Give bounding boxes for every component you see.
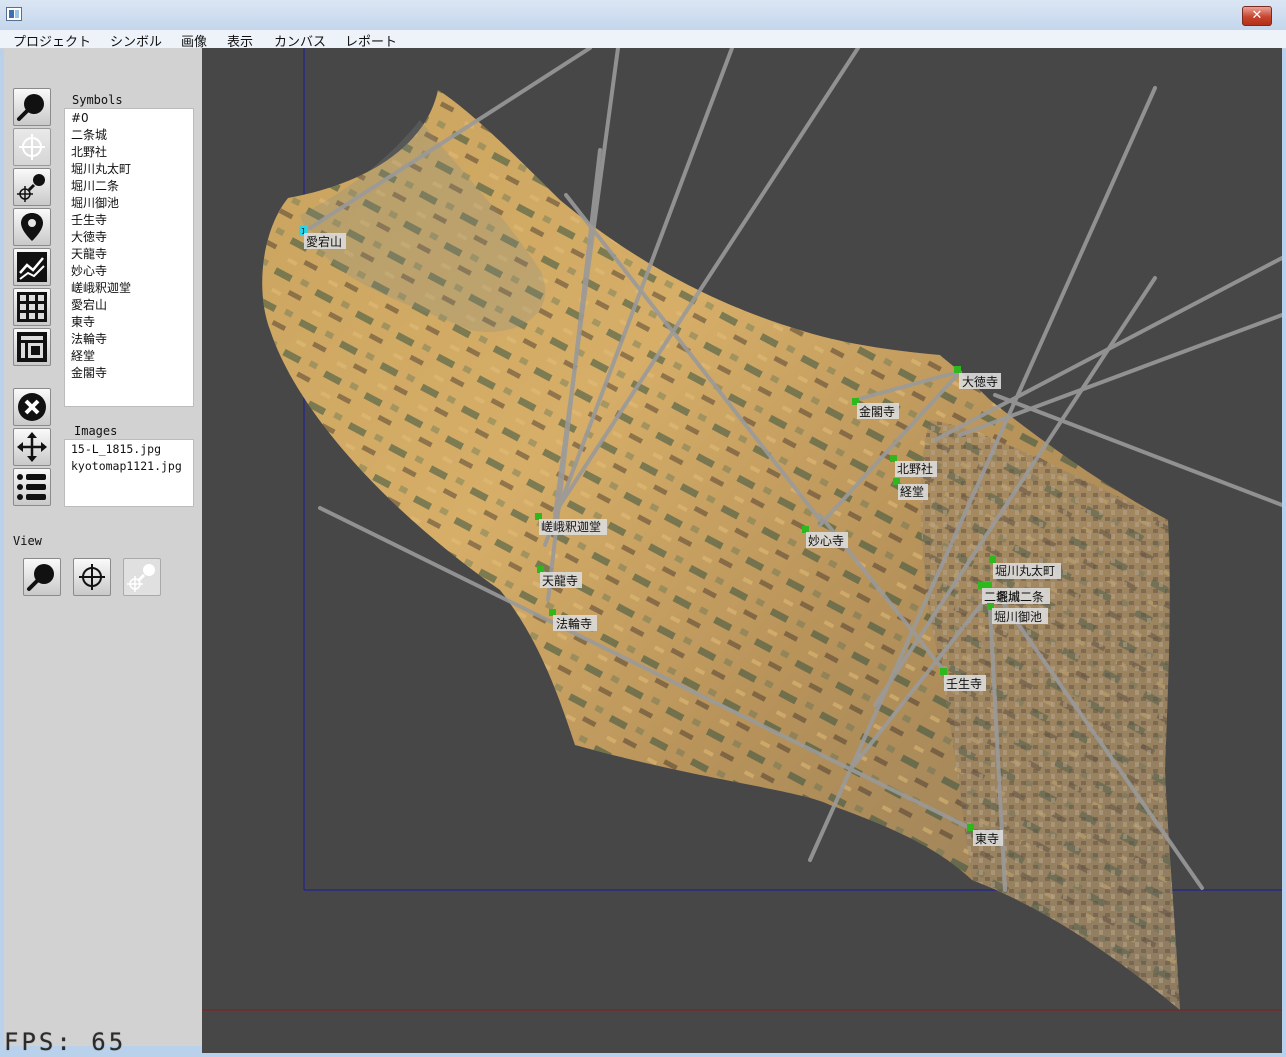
- move-arrows-icon: [17, 432, 47, 462]
- title-bar: ✕: [0, 0, 1286, 30]
- crosshair-icon: [79, 564, 105, 590]
- list-item[interactable]: 経堂: [71, 348, 95, 364]
- search-icon: [17, 94, 44, 121]
- menu-bar: プロジェクト シンボル 画像 表示 カンバス レポート: [0, 30, 1286, 50]
- map-label-myoshinji: 妙心寺: [808, 534, 844, 548]
- view-heading: View: [13, 534, 42, 548]
- map-pin-icon: [21, 213, 43, 241]
- chart-tool-button[interactable]: [13, 248, 51, 286]
- list-item[interactable]: 大徳寺: [71, 229, 107, 245]
- map-label-horikawa-nijo: 堀川二条: [996, 589, 1044, 604]
- map-label-horinji: 法輪寺: [556, 616, 592, 631]
- map-label-kitanosha: 北野社: [897, 461, 933, 476]
- map-label-kyodo: 経堂: [900, 485, 924, 499]
- list-icon: [17, 474, 46, 500]
- map-label-saga-shakado: 嵯峨釈迦堂: [541, 520, 601, 534]
- list-item[interactable]: 愛宕山: [71, 297, 107, 313]
- list-item[interactable]: 堀川二条: [71, 178, 119, 194]
- map-label-daitokuji: 大徳寺: [962, 374, 998, 389]
- list-item[interactable]: 堀川丸太町: [71, 161, 131, 177]
- list-item[interactable]: 金閣寺: [71, 365, 107, 381]
- canvas-svg[interactable]: 1 愛宕山 大徳寺 金閣寺 北野社 経堂 嵯峨釈迦堂 妙心寺 堀川丸太町 二条城…: [202, 48, 1282, 1053]
- map-label-horikawa-marutamachi: 堀川丸太町: [995, 563, 1055, 578]
- left-panel: Symbols #0 二条城 北野社 堀川丸太町 堀川二条 堀川御池 壬生寺 大…: [4, 48, 202, 1046]
- crosshair-search-icon: [17, 174, 45, 202]
- delete-tool-button[interactable]: [13, 388, 51, 426]
- map-label-tenryuji: 天龍寺: [542, 573, 578, 588]
- crosshair-search-icon: [127, 564, 155, 592]
- map-label-horikawa-oike: 堀川御池: [994, 609, 1042, 624]
- close-button[interactable]: ✕: [1242, 6, 1272, 26]
- map-label-mibudera: 壬生寺: [946, 677, 982, 691]
- list-item[interactable]: 北野社: [71, 144, 107, 160]
- images-heading: Images: [74, 424, 118, 438]
- grid-icon: [17, 292, 47, 322]
- crosshair-icon: [19, 134, 45, 160]
- list-item[interactable]: 二条城: [71, 127, 107, 143]
- symbols-heading: Symbols: [72, 93, 123, 107]
- list-item[interactable]: 嵯峨釈迦堂: [71, 280, 131, 296]
- crosshair-view-button[interactable]: [73, 558, 111, 596]
- list-item[interactable]: kyotomap1121.jpg: [71, 458, 182, 474]
- symbols-list[interactable]: #0 二条城 北野社 堀川丸太町 堀川二条 堀川御池 壬生寺 大徳寺 天龍寺 妙…: [64, 108, 194, 407]
- search-view-button[interactable]: [23, 558, 61, 596]
- list-item[interactable]: #0: [71, 110, 89, 126]
- layout-tool-button[interactable]: [13, 328, 51, 366]
- list-tool-button[interactable]: [13, 468, 51, 506]
- fps-counter: FPS: 65: [4, 1028, 127, 1056]
- app-icon: [6, 7, 22, 21]
- move-tool-button[interactable]: [13, 428, 51, 466]
- list-item[interactable]: 壬生寺: [71, 212, 107, 228]
- map-label-toji: 東寺: [975, 832, 999, 846]
- list-item[interactable]: 法輪寺: [71, 331, 107, 347]
- map-canvas[interactable]: 1 愛宕山 大徳寺 金閣寺 北野社 経堂 嵯峨釈迦堂 妙心寺 堀川丸太町 二条城…: [202, 48, 1282, 1053]
- map-label-kinkakuji: 金閣寺: [859, 404, 895, 419]
- crosshair-search-tool-button[interactable]: [13, 168, 51, 206]
- line-chart-icon: [17, 252, 47, 282]
- layout-icon: [17, 332, 47, 362]
- map-label-atagoyama: 愛宕山: [306, 234, 342, 249]
- crosshair-tool-button[interactable]: [13, 128, 51, 166]
- search-icon: [27, 564, 54, 591]
- crosshair-search-view-button[interactable]: [123, 558, 161, 596]
- list-item[interactable]: 堀川御池: [71, 195, 119, 211]
- close-circle-icon: [18, 393, 46, 421]
- images-list[interactable]: 15-L_1815.jpg kyotomap1121.jpg: [64, 439, 194, 507]
- map-pin-tool-button[interactable]: [13, 208, 51, 246]
- list-item[interactable]: 天龍寺: [71, 246, 107, 262]
- grid-tool-button[interactable]: [13, 288, 51, 326]
- list-item[interactable]: 東寺: [71, 314, 95, 330]
- list-item[interactable]: 妙心寺: [71, 263, 107, 279]
- warped-map-image[interactable]: [262, 90, 1181, 1010]
- list-item[interactable]: 15-L_1815.jpg: [71, 441, 161, 457]
- search-tool-button[interactable]: [13, 88, 51, 126]
